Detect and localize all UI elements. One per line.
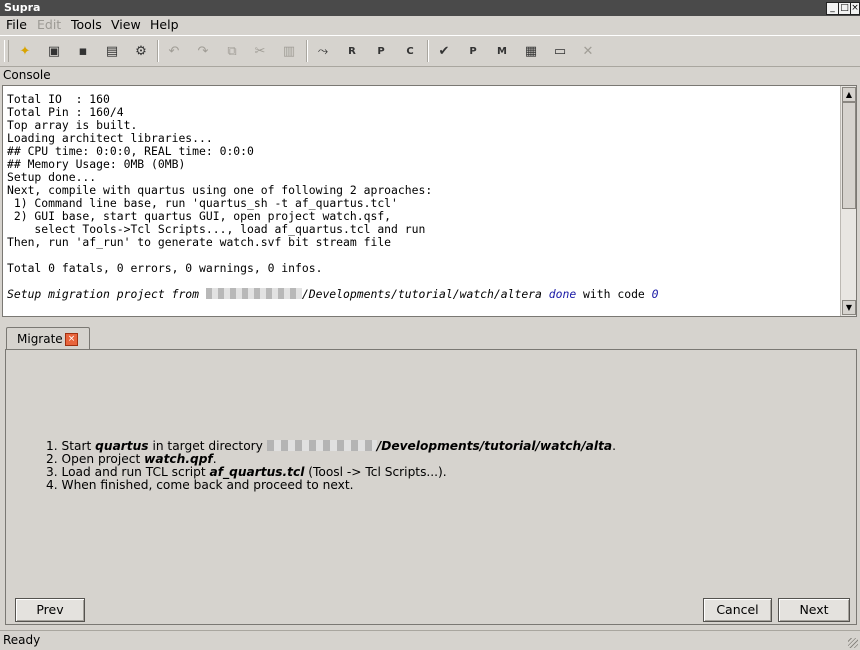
project-file: watch.qpf — [144, 452, 213, 466]
console-output[interactable]: Total IO : 160 Total Pin : 160/4 Top arr… — [2, 85, 857, 317]
bitstream-icon[interactable]: ▭ — [550, 41, 570, 61]
package-icon[interactable]: P — [463, 41, 483, 61]
console-line: 1) Command line base, run 'quartus_sh -t… — [7, 196, 398, 210]
status-text: Ready — [3, 633, 41, 647]
menu-tools[interactable]: Tools — [71, 17, 102, 32]
script-file: af_quartus.tcl — [209, 465, 305, 479]
undo-icon[interactable]: ↶ — [164, 41, 184, 61]
step-text: (Toosl -> Tcl Scripts...). — [304, 465, 447, 479]
toolbar-separator — [157, 40, 159, 62]
console-line: Then, run 'af_run' to generate watch.svf… — [7, 235, 392, 249]
window-title: Supra — [4, 1, 41, 14]
step-4: 4. When finished, come back and proceed … — [46, 478, 354, 492]
chip-icon[interactable]: ▦ — [521, 41, 541, 61]
stop-icon[interactable]: ✕ — [578, 41, 598, 61]
scroll-thumb[interactable] — [842, 102, 856, 209]
menu-view[interactable]: View — [111, 17, 141, 32]
tab-label: Migrate — [17, 332, 63, 346]
redo-icon[interactable]: ↷ — [193, 41, 213, 61]
cut-icon[interactable]: ✂ — [250, 41, 270, 61]
settings-icon[interactable]: ⚙ — [131, 41, 151, 61]
close-window-button[interactable]: × — [850, 2, 860, 15]
console-line: Next, compile with quartus using one of … — [7, 183, 433, 197]
check-icon[interactable]: ✔ — [434, 41, 454, 61]
console-done-keyword: done — [548, 287, 577, 301]
step-text: . — [212, 452, 217, 466]
save-icon[interactable]: ▪ — [73, 41, 93, 61]
console-final-mid: with code — [576, 287, 652, 301]
resize-grip-icon[interactable] — [848, 638, 858, 648]
toolbar-separator — [427, 40, 429, 62]
menu-file[interactable]: File — [6, 17, 27, 32]
paste-icon[interactable]: ▥ — [279, 41, 299, 61]
step-text: in target directory — [148, 439, 267, 453]
migrate-steps: 1. Start quartus in target directory /De… — [46, 440, 616, 492]
step-text: . — [612, 439, 616, 453]
step-text: When finished, come back and proceed to … — [61, 478, 354, 492]
scroll-down-icon[interactable]: ▼ — [842, 300, 856, 315]
run-r-icon[interactable]: R — [342, 41, 362, 61]
redacted-path — [266, 440, 377, 451]
next-button[interactable]: Next — [778, 598, 850, 622]
toolbar-grip[interactable] — [4, 40, 9, 62]
title-bar: Supra _ □ × — [0, 0, 860, 16]
console-scrollbar[interactable]: ▲ ▼ — [840, 86, 856, 316]
console-line: Top array is built. — [7, 118, 138, 132]
console-final-prefix: Setup migration project from — [7, 287, 206, 301]
status-bar: Ready — [0, 630, 860, 650]
console-exit-code: 0 — [651, 287, 659, 301]
open-project-icon[interactable]: ▣ — [44, 41, 64, 61]
tab-migrate[interactable]: Migrate × — [6, 327, 90, 350]
redacted-path — [205, 288, 302, 299]
app-name: quartus — [95, 439, 149, 453]
console-line: select Tools->Tcl Scripts..., load af_qu… — [7, 222, 426, 236]
console-final-path: /Developments/tutorial/watch/altera — [301, 287, 542, 301]
menu-edit[interactable]: Edit — [37, 17, 61, 32]
pane-splitter[interactable] — [0, 320, 860, 324]
console-line: Loading architect libraries... — [7, 131, 213, 145]
prev-button[interactable]: Prev — [15, 598, 85, 622]
console-line: 2) GUI base, start quartus GUI, open pro… — [7, 209, 392, 223]
console-label: Console — [3, 68, 51, 82]
copy-icon[interactable]: ⧉ — [222, 41, 242, 61]
step-text: Start — [61, 439, 96, 453]
migrate-icon[interactable]: ⤳ — [313, 41, 333, 61]
console-line: Total 0 fatals, 0 errors, 0 warnings, 0 … — [7, 261, 323, 275]
console-line: Setup done... — [7, 170, 97, 184]
console-line: ## CPU time: 0:0:0, REAL time: 0:0:0 — [7, 144, 254, 158]
menu-help[interactable]: Help — [150, 17, 179, 32]
step-text: Load and run TCL script — [61, 465, 210, 479]
console-line: Total Pin : 160/4 — [7, 105, 124, 119]
console-line: Total IO : 160 — [7, 92, 110, 106]
migrate-panel: 1. Start quartus in target directory /De… — [5, 349, 857, 625]
step-text: Open project — [61, 452, 145, 466]
run-p-icon[interactable]: P — [371, 41, 391, 61]
scroll-up-icon[interactable]: ▲ — [842, 87, 856, 102]
module-icon[interactable]: M — [492, 41, 512, 61]
console-line: ## Memory Usage: 0MB (0MB) — [7, 157, 186, 171]
console-text: Total IO : 160 Total Pin : 160/4 Top arr… — [7, 93, 838, 301]
toolbar-separator — [306, 40, 308, 62]
run-c-icon[interactable]: C — [400, 41, 420, 61]
close-tab-icon[interactable]: × — [65, 333, 78, 346]
cancel-button[interactable]: Cancel — [703, 598, 772, 622]
new-project-icon[interactable]: ✦ — [15, 41, 35, 61]
toolbar: ✦ ▣ ▪ ▤ ⚙ ↶ ↷ ⧉ ✂ ▥ ⤳ R P C ✔ P M ▦ ▭ ✕ — [0, 35, 860, 67]
menu-bar: File Edit Tools View Help — [0, 16, 860, 34]
target-directory: /Developments/tutorial/watch/alta — [376, 439, 613, 453]
save-as-icon[interactable]: ▤ — [102, 41, 122, 61]
